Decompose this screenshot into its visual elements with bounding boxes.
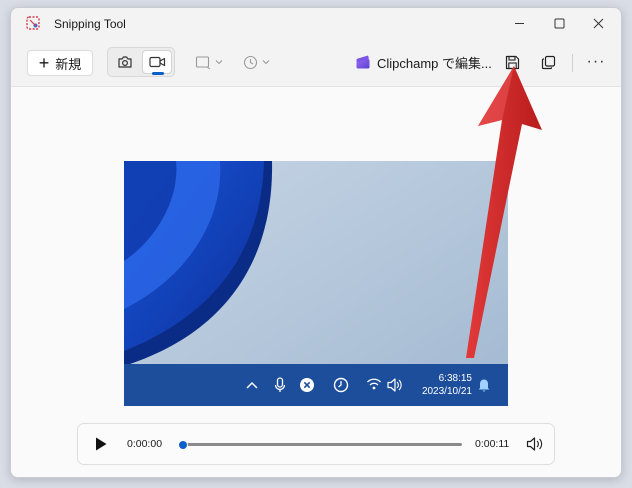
wifi-icon — [367, 378, 381, 390]
seek-bar-thumb[interactable] — [178, 440, 188, 450]
recording-preview: 6:38:15 2023/10/21 — [124, 161, 508, 406]
video-camera-icon — [148, 56, 165, 68]
edit-in-clipchamp-button[interactable]: Clipchamp で編集... — [355, 51, 492, 73]
copy-icon — [541, 55, 555, 69]
taskbar: 6:38:15 2023/10/21 — [124, 364, 508, 406]
clipchamp-icon — [356, 55, 370, 69]
save-button[interactable] — [501, 51, 523, 73]
volume-icon[interactable] — [526, 436, 544, 452]
snip-shape-dropdown[interactable] — [195, 52, 223, 72]
capture-mode-toggle — [107, 47, 175, 77]
toolbar: + 新規 Clipchamp で編集... ··· — [11, 46, 621, 80]
video-mode-button[interactable] — [142, 50, 172, 75]
notification-bell-icon — [478, 379, 490, 392]
delay-timer-dropdown[interactable] — [243, 52, 270, 72]
plus-icon: + — [38, 53, 50, 73]
title-bar: Snipping Tool — [11, 8, 621, 38]
video-player-controls: 0:00:00 0:00:11 — [77, 423, 555, 465]
taskbar-date: 2023/10/21 — [421, 386, 472, 397]
snip-canvas: 6:38:15 2023/10/21 0:00:00 0:00:11 — [11, 86, 621, 477]
screenshot-mode-button[interactable] — [110, 50, 140, 74]
copy-button[interactable] — [537, 51, 559, 73]
timer-icon — [333, 377, 349, 393]
maximize-icon — [554, 18, 564, 28]
close-button[interactable] — [579, 10, 617, 36]
microphone-icon — [274, 377, 286, 392]
new-snip-button[interactable]: + 新規 — [27, 50, 93, 76]
speaker-icon — [387, 378, 402, 392]
save-icon — [505, 55, 519, 69]
seek-bar-track[interactable] — [182, 443, 462, 446]
current-time: 0:00:00 — [127, 438, 163, 450]
play-icon[interactable] — [94, 436, 108, 452]
chevron-up-icon — [246, 381, 258, 389]
stop-recording-icon — [300, 378, 314, 392]
camera-icon — [118, 56, 132, 68]
toolbar-divider — [572, 54, 573, 72]
new-snip-label: 新規 — [55, 56, 82, 72]
minimize-icon — [514, 22, 524, 24]
total-duration: 0:00:11 — [475, 438, 510, 450]
chevron-down-icon — [215, 60, 223, 65]
snipping-tool-app-icon — [26, 16, 40, 30]
snipping-tool-window: Snipping Tool + 新規 Clipchamp で編集... ··· … — [10, 7, 622, 478]
clipchamp-label: Clipchamp で編集... — [377, 55, 492, 71]
active-mode-indicator — [152, 72, 164, 75]
minimize-button[interactable] — [500, 10, 538, 36]
taskbar-clock: 6:38:15 2023/10/21 — [416, 364, 472, 406]
more-options-button[interactable]: ··· — [585, 51, 607, 73]
rectangle-snip-icon — [195, 56, 211, 69]
close-icon — [593, 18, 603, 28]
taskbar-time: 6:38:15 — [438, 373, 472, 384]
more-options-icon: ··· — [586, 53, 606, 70]
window-title: Snipping Tool — [54, 17, 126, 31]
maximize-button[interactable] — [540, 10, 578, 36]
chevron-down-icon — [262, 60, 270, 65]
clock-icon — [243, 55, 258, 69]
